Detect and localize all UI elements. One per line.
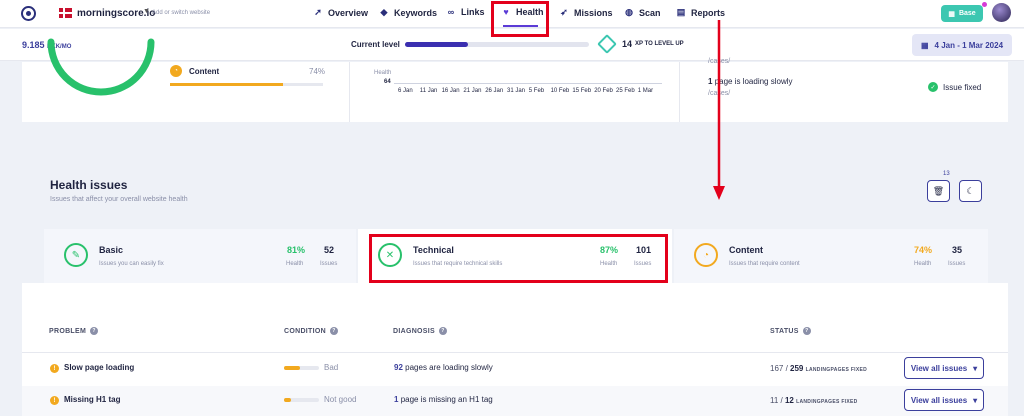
annotation-arrow [713,20,725,200]
arrow-head [713,186,725,200]
